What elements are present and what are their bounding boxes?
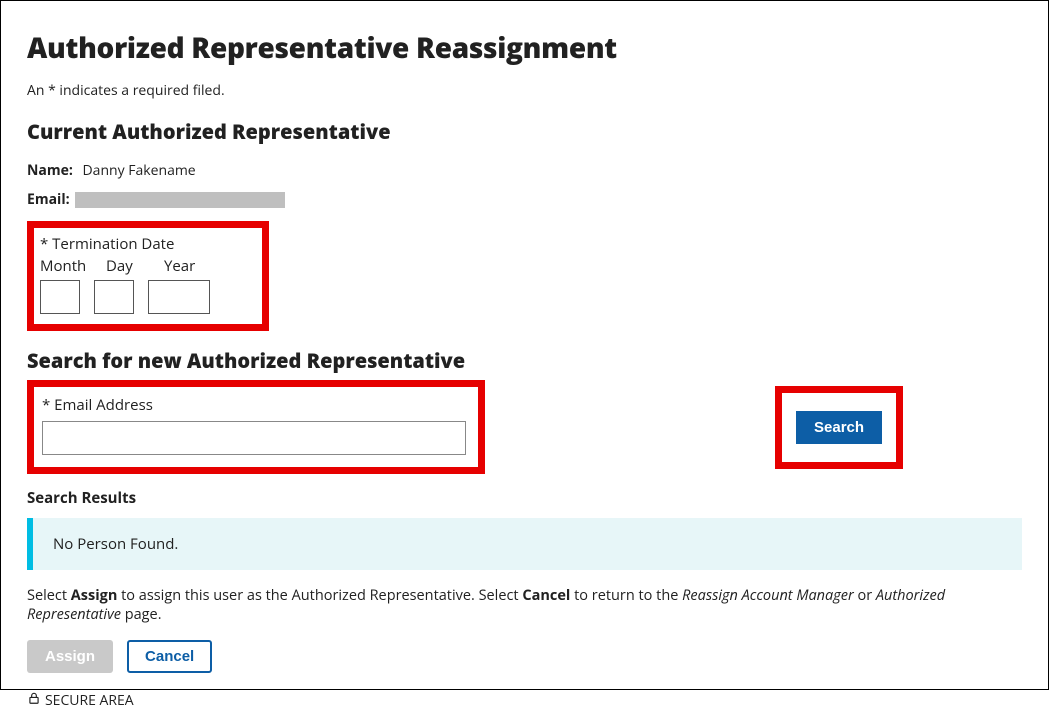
lock-icon bbox=[27, 691, 41, 710]
search-results-banner: No Person Found. bbox=[27, 518, 1022, 570]
secure-area: SECURE AREA bbox=[27, 691, 1022, 710]
day-input[interactable] bbox=[94, 280, 134, 314]
search-section-heading: Search for new Authorized Representative bbox=[27, 347, 1022, 374]
email-row: Email: bbox=[27, 190, 1022, 209]
search-results-heading: Search Results bbox=[27, 488, 1022, 508]
assign-button[interactable]: Assign bbox=[27, 640, 113, 673]
month-label: Month bbox=[40, 256, 84, 276]
search-button-group: Search bbox=[775, 386, 903, 469]
email-address-input[interactable] bbox=[42, 421, 466, 455]
search-results-message: No Person Found. bbox=[53, 534, 178, 554]
required-note: An * indicates a required filed. bbox=[27, 81, 1022, 100]
name-value: Danny Fakename bbox=[83, 161, 196, 180]
page-title: Authorized Representative Reassignment bbox=[27, 29, 1022, 67]
termination-date-legend: * Termination Date bbox=[40, 234, 224, 254]
search-button[interactable]: Search bbox=[796, 411, 882, 444]
email-address-label: * Email Address bbox=[42, 395, 466, 415]
month-input[interactable] bbox=[40, 280, 80, 314]
email-redacted bbox=[75, 192, 285, 208]
name-row: Name: Danny Fakename bbox=[27, 161, 1022, 180]
day-label: Day bbox=[106, 256, 142, 276]
secure-area-label: SECURE AREA bbox=[45, 691, 134, 710]
email-address-group: * Email Address bbox=[27, 380, 485, 474]
email-label: Email: bbox=[27, 190, 70, 209]
current-rep-heading: Current Authorized Representative bbox=[27, 118, 1022, 145]
year-label: Year bbox=[164, 256, 224, 276]
cancel-button[interactable]: Cancel bbox=[127, 640, 212, 673]
instructions-text: Select Assign to assign this user as the… bbox=[27, 586, 1022, 624]
termination-date-group: * Termination Date Month Day Year bbox=[27, 221, 269, 331]
name-label: Name: bbox=[27, 161, 73, 180]
year-input[interactable] bbox=[148, 280, 210, 314]
